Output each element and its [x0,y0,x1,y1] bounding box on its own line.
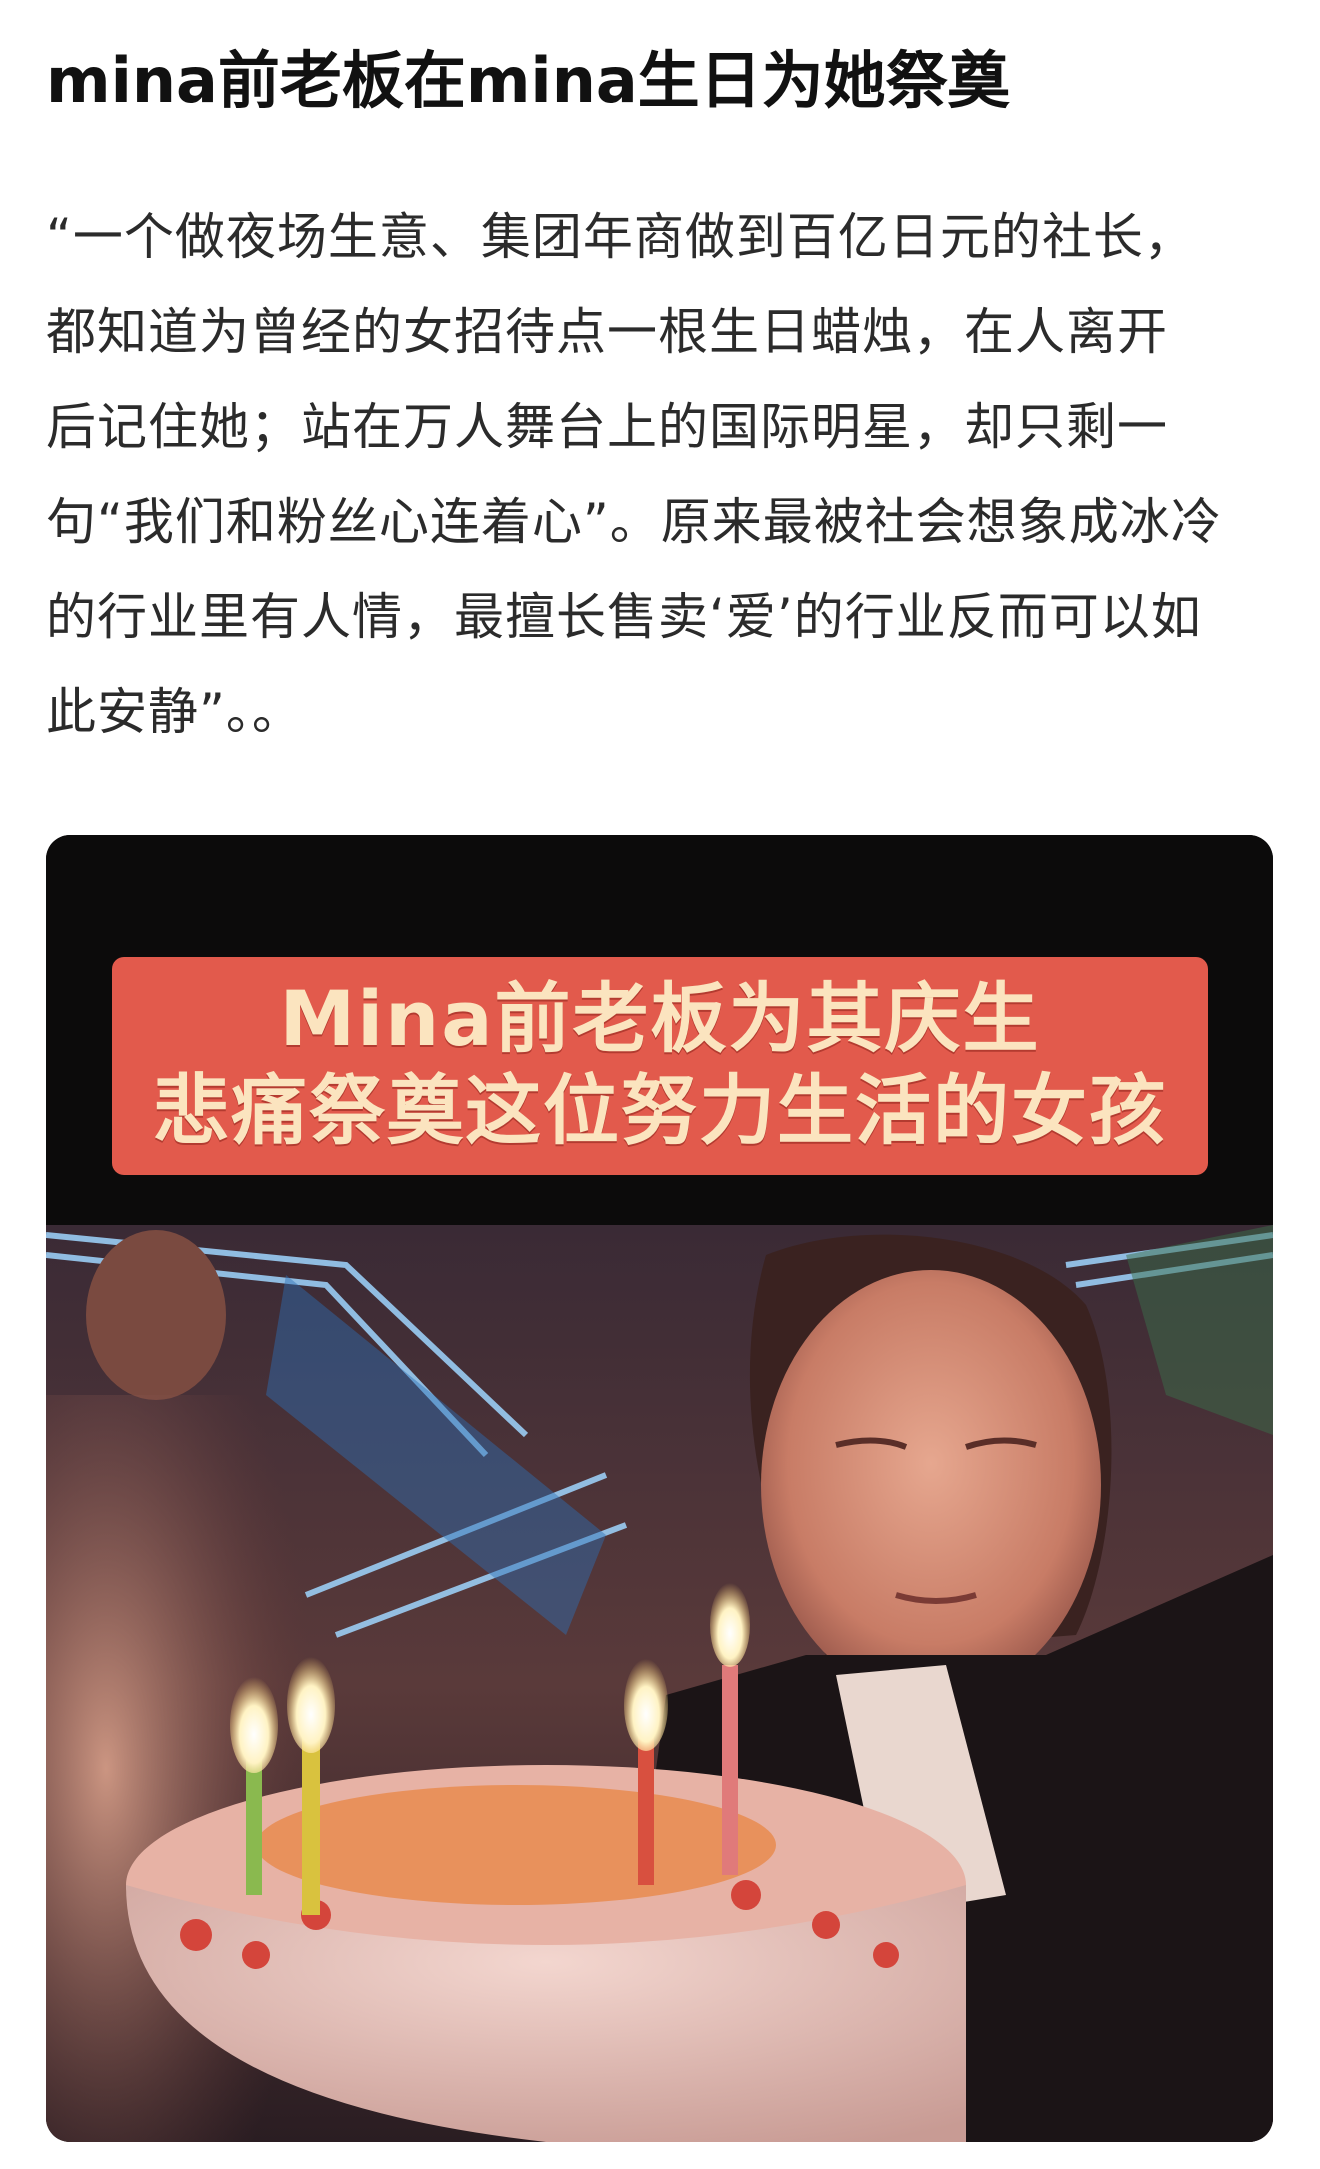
post-body-line: 后记住她；站在万人舞台上的国际明星，却只剩一 [46,398,1168,456]
video-caption-line-2: 悲痛祭奠这位努力生活的女孩 [153,1066,1167,1155]
post-body-line: 的行业里有人情，最擅长售卖‘爱’的行业反而可以如 [46,588,1202,646]
video-frame[interactable]: Mina前老板为其庆生 悲痛祭奠这位努力生活的女孩 [46,835,1273,2142]
background-person-head [86,1230,226,1400]
post-body-line: 句“我们和粉丝心连着心”。原来最被社会想象成冰冷 [46,493,1222,551]
post-body-line: 此安静”。。 [46,683,303,741]
video-caption-banner: Mina前老板为其庆生 悲痛祭奠这位努力生活的女孩 [112,957,1208,1175]
video-caption-line-1: Mina前老板为其庆生 [279,974,1041,1063]
post-body: “一个做夜场生意、集团年商做到百亿日元的社长， 都知道为曾经的女招待点一根生日蜡… [46,190,1274,760]
post-title: mina前老板在mina生日为她祭奠 [46,44,1010,117]
cake-fruit-topping [256,1785,776,1905]
post-body-line: 都知道为曾经的女招待点一根生日蜡烛，在人离开 [46,303,1168,361]
post-body-line: “一个做夜场生意、集团年商做到百亿日元的社长， [46,208,1195,266]
man-face [761,1270,1101,1700]
